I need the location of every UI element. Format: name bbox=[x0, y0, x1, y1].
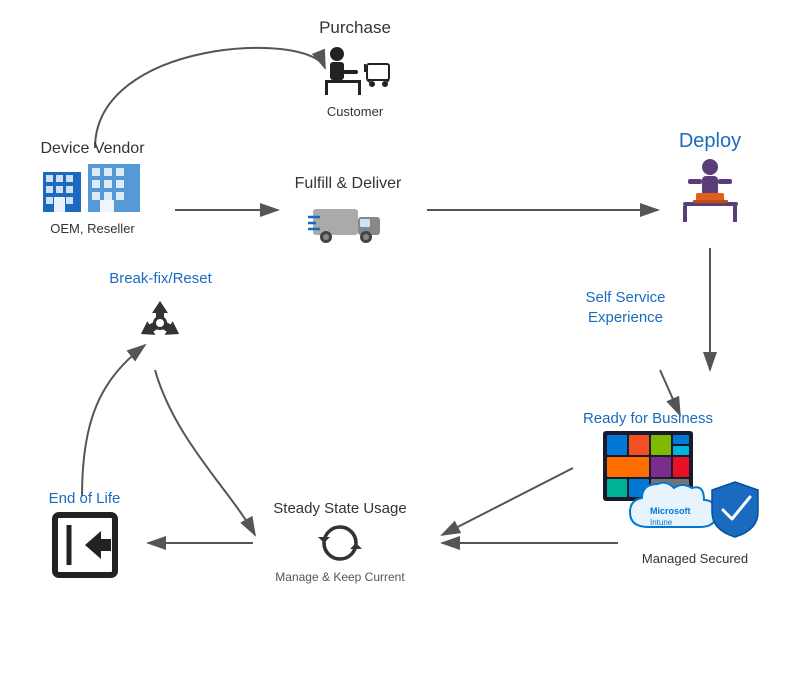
end-of-life-label: End of Life bbox=[12, 490, 157, 507]
purchase-sublabel: Customer bbox=[280, 104, 430, 119]
purchase-node: Purchase Cus bbox=[280, 18, 430, 119]
end-of-life-node: End of Life bbox=[12, 490, 157, 583]
device-vendor-icon bbox=[10, 162, 175, 217]
break-fix-icon bbox=[78, 291, 243, 356]
managed-secured-node: Microsoft Intune Managed Secured bbox=[610, 468, 780, 566]
diagram: Purchase Cus bbox=[0, 0, 792, 678]
end-of-life-icon bbox=[12, 511, 157, 579]
steady-state-label: Steady State Usage bbox=[240, 500, 440, 517]
self-service-label: Self ServiceExperience bbox=[548, 288, 703, 327]
fulfill-label: Fulfill & Deliver bbox=[268, 175, 428, 193]
device-vendor-sublabel: OEM, Reseller bbox=[10, 221, 175, 236]
steady-state-node: Steady State Usage Manage & Keep Current bbox=[240, 500, 440, 584]
purchase-label: Purchase bbox=[280, 18, 430, 38]
break-fix-node: Break-fix/Reset bbox=[78, 270, 243, 360]
svg-text:Intune: Intune bbox=[650, 518, 673, 527]
svg-text:Microsoft: Microsoft bbox=[650, 506, 691, 516]
deploy-node: Deploy bbox=[640, 130, 780, 231]
fulfill-icon bbox=[268, 197, 428, 245]
managed-secured-label: Managed Secured bbox=[610, 551, 780, 566]
steady-state-sublabel: Manage & Keep Current bbox=[240, 570, 440, 584]
managed-secured-icon: Microsoft Intune bbox=[610, 472, 780, 547]
purchase-icon bbox=[280, 42, 430, 100]
device-vendor-label: Device Vendor bbox=[10, 140, 175, 158]
ready-for-business-label: Ready for Business bbox=[548, 410, 748, 427]
device-vendor-node: Device Vendor bbox=[10, 140, 175, 236]
steady-state-icon bbox=[240, 521, 440, 566]
self-service-node: Self ServiceExperience bbox=[548, 288, 703, 327]
break-fix-label: Break-fix/Reset bbox=[78, 270, 243, 287]
fulfill-node: Fulfill & Deliver bbox=[268, 175, 428, 249]
deploy-label: Deploy bbox=[640, 130, 780, 153]
deploy-icon bbox=[640, 157, 780, 227]
